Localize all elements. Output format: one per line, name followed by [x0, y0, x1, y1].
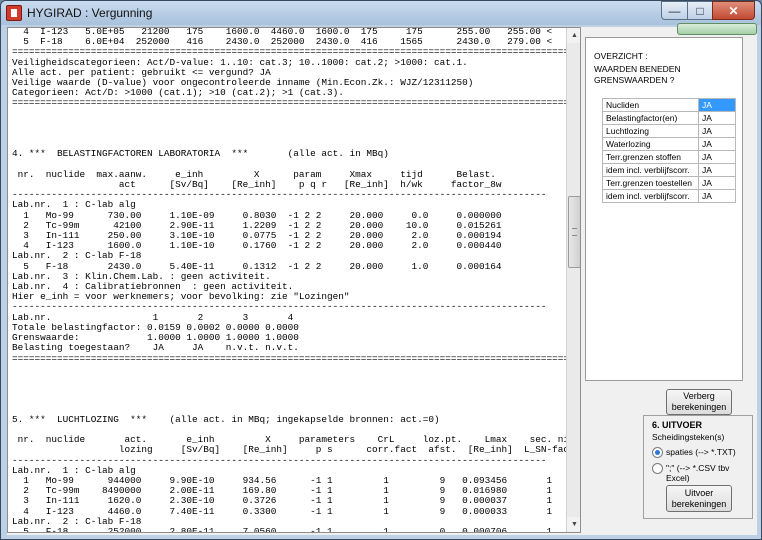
overview-row-belastingfactor[interactable]: Belastingfactor(en) JA	[602, 111, 736, 125]
output-group: 6. UITVOER Scheidingsteken(s) spaties (-…	[643, 415, 753, 519]
overview-subtitle-line1: WAARDEN BENEDEN	[594, 64, 681, 74]
overview-row-value[interactable]: JA	[698, 137, 736, 151]
overview-row-value[interactable]: JA	[698, 176, 736, 190]
overview-row-nucliden[interactable]: Nucliden JA	[602, 98, 736, 112]
separator-label: Scheidingsteken(s)	[652, 432, 725, 442]
export-calculations-label-1: Uitvoer	[684, 487, 714, 498]
overview-row-waterlozing[interactable]: Waterlozing JA	[602, 137, 736, 151]
overview-row-value[interactable]: JA	[698, 163, 736, 177]
overview-row-value[interactable]: JA	[698, 98, 736, 112]
vertical-scrollbar[interactable]: ▲ ▼	[566, 28, 580, 532]
overview-row-terr-grenzen-stoffen[interactable]: Terr.grenzen stoffen JA	[602, 150, 736, 164]
separator-option-spaces[interactable]: spaties (--> *.TXT)	[652, 447, 736, 458]
application-window: HYGIRAD : Vergunning — □ ✕ 4 I-123 5.0E+…	[0, 0, 762, 540]
overview-row-value[interactable]: JA	[698, 111, 736, 125]
overview-row-label: idem incl. verblijfscorr.	[602, 189, 699, 203]
overview-row-label: Waterlozing	[602, 137, 699, 151]
overview-row-label: Belastingfactor(en)	[602, 111, 699, 125]
overview-table: Nucliden JA Belastingfactor(en) JA Lucht…	[602, 98, 736, 203]
report-text-area[interactable]: 4 I-123 5.0E+05 21200 175 1600.0 4460.0 …	[7, 27, 581, 533]
title-bar[interactable]: HYGIRAD : Vergunning — □ ✕	[1, 1, 761, 25]
overview-row-stoffen-verblijfscorr[interactable]: idem incl. verblijfscorr. JA	[602, 163, 736, 177]
hide-calculations-label-1: Verberg	[683, 391, 715, 401]
separator-option-semicolon-label: ";" (--> *.CSV tbv Excel)	[666, 463, 729, 483]
app-icon	[6, 5, 22, 21]
radio-checked-icon[interactable]	[652, 447, 663, 458]
close-button[interactable]: ✕	[712, 1, 755, 20]
overview-row-value[interactable]: JA	[698, 150, 736, 164]
overview-row-label: Nucliden	[602, 98, 699, 112]
window-controls: — □ ✕	[661, 1, 755, 20]
semicolon-label-line1: ";" (--> *.CSV tbv	[666, 463, 730, 473]
separator-option-semicolon[interactable]: ";" (--> *.CSV tbv Excel)	[652, 463, 729, 483]
overview-row-terr-grenzen-toestellen[interactable]: Terr.grenzen toestellen JA	[602, 176, 736, 190]
overview-row-label: Terr.grenzen stoffen	[602, 150, 699, 164]
hide-calculations-button[interactable]: Verberg berekeningen	[666, 389, 732, 415]
overview-row-value[interactable]: JA	[698, 124, 736, 138]
report-text: 4 I-123 5.0E+05 21200 175 1600.0 4460.0 …	[12, 27, 566, 532]
client-area: 4 I-123 5.0E+05 21200 175 1600.0 4460.0 …	[7, 23, 757, 535]
export-calculations-button[interactable]: Uitvoer berekeningen	[666, 485, 732, 512]
right-panel: OVERZICHT : WAARDEN BENEDEN GRENSWAARDEN…	[583, 23, 757, 533]
scroll-down-arrow-icon[interactable]: ▼	[567, 517, 580, 532]
overview-subtitle-line2: GRENSWAARDEN ?	[594, 75, 675, 85]
overview-row-luchtlozing[interactable]: Luchtlozing JA	[602, 124, 736, 138]
semicolon-label-line2: Excel)	[666, 473, 690, 483]
overview-row-toestellen-verblijfscorr[interactable]: idem incl. verblijfscorr. JA	[602, 189, 736, 203]
maximize-button[interactable]: □	[687, 1, 712, 20]
radio-unchecked-icon[interactable]	[652, 463, 663, 474]
export-calculations-label-2: berekeningen	[671, 498, 727, 509]
overview-subtitle: WAARDEN BENEDEN GRENSWAARDEN ?	[594, 64, 681, 86]
overview-row-label: Luchtlozing	[602, 124, 699, 138]
overview-panel: OVERZICHT : WAARDEN BENEDEN GRENSWAARDEN…	[585, 37, 743, 381]
overview-title: OVERZICHT :	[594, 51, 648, 61]
hide-calculations-label-2: berekeningen	[671, 402, 727, 412]
separator-option-spaces-label: spaties (--> *.TXT)	[666, 447, 736, 457]
overview-row-value[interactable]: JA	[698, 189, 736, 203]
overview-row-label: Terr.grenzen toestellen	[602, 176, 699, 190]
scroll-thumb[interactable]	[568, 196, 580, 268]
scroll-up-arrow-icon[interactable]: ▲	[567, 28, 580, 43]
overview-row-label: idem incl. verblijfscorr.	[602, 163, 699, 177]
window-title: HYGIRAD : Vergunning	[27, 6, 153, 20]
minimize-button[interactable]: —	[661, 1, 687, 20]
output-title: 6. UITVOER	[652, 420, 703, 430]
top-partial-button[interactable]	[677, 23, 757, 35]
